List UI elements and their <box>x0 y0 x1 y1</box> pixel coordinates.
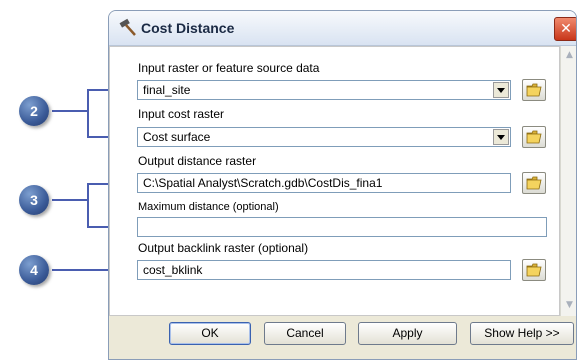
vertical-scrollbar[interactable]: ▲ ▼ <box>560 46 576 316</box>
close-icon: ✕ <box>560 21 572 37</box>
open-folder-icon <box>526 263 542 277</box>
scroll-up-icon[interactable]: ▲ <box>563 49 576 62</box>
input-raster-dropdown[interactable]: final_site <box>137 80 511 100</box>
show-help-button[interactable]: Show Help >> <box>470 322 574 345</box>
input-raster-browse-button[interactable] <box>522 79 546 101</box>
open-folder-icon <box>526 176 542 190</box>
chevron-down-icon[interactable] <box>493 129 509 145</box>
hammer-icon <box>119 18 136 36</box>
input-raster-label: Input raster or feature source data <box>138 61 320 75</box>
close-button[interactable]: ✕ <box>554 17 576 41</box>
callout-badge-3: 3 <box>19 185 49 215</box>
apply-button[interactable]: Apply <box>358 322 457 345</box>
callout-number: 2 <box>30 103 38 119</box>
callout-badge-4: 4 <box>19 255 49 285</box>
output-distance-label: Output distance raster <box>138 154 257 168</box>
open-folder-icon <box>526 130 542 144</box>
ok-button[interactable]: OK <box>169 322 251 345</box>
callout-number: 3 <box>30 192 38 208</box>
cost-raster-dropdown[interactable]: Cost surface <box>137 127 511 147</box>
callout-number: 4 <box>30 262 38 278</box>
title-bar: Cost Distance ✕ <box>109 11 576 46</box>
cost-raster-value: Cost surface <box>143 130 211 144</box>
backlink-label: Output backlink raster (optional) <box>138 241 309 255</box>
dialog-title: Cost Distance <box>141 20 235 36</box>
max-distance-label: Maximum distance (optional) <box>138 201 279 213</box>
backlink-input[interactable]: cost_bklink <box>137 260 511 280</box>
cancel-button[interactable]: Cancel <box>264 322 346 345</box>
chevron-down-icon[interactable] <box>493 82 509 98</box>
scroll-down-icon[interactable]: ▼ <box>563 299 576 312</box>
backlink-value: cost_bklink <box>143 263 203 277</box>
output-distance-browse-button[interactable] <box>522 172 546 194</box>
output-distance-value: C:\Spatial Analyst\Scratch.gdb\CostDis_f… <box>143 176 383 190</box>
cost-raster-label: Input cost raster <box>138 107 225 121</box>
open-folder-icon <box>526 83 542 97</box>
output-distance-input[interactable]: C:\Spatial Analyst\Scratch.gdb\CostDis_f… <box>137 173 511 193</box>
cost-raster-browse-button[interactable] <box>522 126 546 148</box>
callout-badge-2: 2 <box>19 96 49 126</box>
input-raster-value: final_site <box>143 83 191 97</box>
max-distance-input[interactable] <box>137 217 547 237</box>
backlink-browse-button[interactable] <box>522 259 546 281</box>
